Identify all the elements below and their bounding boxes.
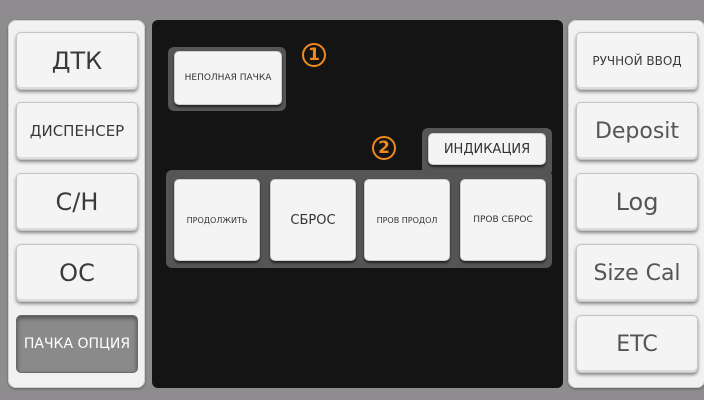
- dtk-button[interactable]: ДТК: [16, 32, 138, 90]
- marker-1: 1: [302, 43, 326, 67]
- os-button[interactable]: ОС: [16, 244, 138, 302]
- manual-input-button[interactable]: РУЧНОЙ ВВОД: [576, 32, 698, 90]
- etc-button[interactable]: ETC: [576, 315, 698, 373]
- right-menu-panel: РУЧНОЙ ВВОД Deposit Log Size Cal ETC: [568, 20, 704, 388]
- check-reset-button[interactable]: ПРОВ СБРОС: [460, 179, 546, 261]
- size-cal-button[interactable]: Size Cal: [576, 244, 698, 302]
- dispenser-button[interactable]: ДИСПЕНСЕР: [16, 102, 138, 160]
- continue-button[interactable]: ПРОДОЛЖИТЬ: [174, 179, 260, 261]
- check-continue-button[interactable]: ПРОВ ПРОДОЛ: [364, 179, 450, 261]
- reset-button[interactable]: СБРОС: [270, 179, 356, 261]
- incomplete-pack-button[interactable]: НЕПОЛНАЯ ПАЧКА: [174, 51, 282, 105]
- pack-option-button[interactable]: ПАЧКА ОПЦИЯ: [16, 315, 138, 373]
- log-button[interactable]: Log: [576, 173, 698, 231]
- indication-tab[interactable]: ИНДИКАЦИЯ: [428, 133, 546, 165]
- left-menu-panel: ДТК ДИСПЕНСЕР С/Н ОС ПАЧКА ОПЦИЯ: [8, 20, 145, 388]
- marker-2: 2: [372, 136, 396, 160]
- serial-number-button[interactable]: С/Н: [16, 173, 138, 231]
- deposit-button[interactable]: Deposit: [576, 102, 698, 160]
